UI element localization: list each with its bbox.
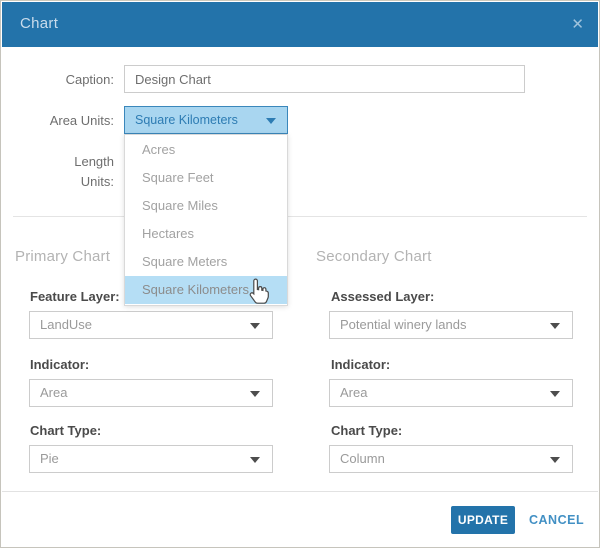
update-button[interactable]: UPDATE bbox=[451, 506, 515, 534]
secondary-indicator-value: Area bbox=[340, 385, 367, 400]
primary-chart-type-value: Pie bbox=[40, 451, 59, 466]
section-divider bbox=[13, 216, 587, 217]
dialog-title: Chart bbox=[20, 15, 58, 32]
secondary-chart-type-label: Chart Type: bbox=[331, 423, 402, 438]
footer-divider bbox=[2, 491, 598, 492]
primary-chart-type-select[interactable]: Pie bbox=[29, 445, 273, 473]
chevron-down-icon bbox=[250, 457, 260, 463]
area-units-dropdown[interactable]: Square Kilometers bbox=[124, 106, 288, 134]
feature-layer-select[interactable]: LandUse bbox=[29, 311, 273, 339]
secondary-chart-type-select[interactable]: Column bbox=[329, 445, 573, 473]
caption-label: Caption: bbox=[1, 72, 114, 87]
secondary-chart-heading: Secondary Chart bbox=[316, 248, 432, 265]
chevron-down-icon bbox=[250, 391, 260, 397]
close-icon[interactable]: ✕ bbox=[567, 13, 588, 35]
menu-item-hectares[interactable]: Hectares bbox=[125, 220, 287, 248]
primary-chart-heading: Primary Chart bbox=[15, 248, 110, 265]
chart-dialog: Chart ✕ Caption: Area Units: Square Kilo… bbox=[0, 0, 600, 548]
chevron-down-icon bbox=[550, 391, 560, 397]
menu-item-square-miles[interactable]: Square Miles bbox=[125, 192, 287, 220]
primary-indicator-select[interactable]: Area bbox=[29, 379, 273, 407]
secondary-indicator-label: Indicator: bbox=[331, 357, 390, 372]
menu-item-square-meters[interactable]: Square Meters bbox=[125, 248, 287, 276]
primary-chart-type-label: Chart Type: bbox=[30, 423, 101, 438]
menu-item-square-feet[interactable]: Square Feet bbox=[125, 164, 287, 192]
area-units-menu: Acres Square Feet Square Miles Hectares … bbox=[124, 134, 288, 306]
secondary-chart-type-value: Column bbox=[340, 451, 385, 466]
length-units-label: Length Units: bbox=[60, 152, 114, 192]
assessed-layer-label: Assessed Layer: bbox=[331, 289, 434, 304]
dialog-header: Chart ✕ bbox=[2, 2, 598, 47]
area-units-label: Area Units: bbox=[1, 113, 114, 128]
feature-layer-label: Feature Layer: bbox=[30, 289, 120, 304]
menu-item-square-kilometers[interactable]: Square Kilometers bbox=[125, 276, 287, 304]
feature-layer-value: LandUse bbox=[40, 317, 92, 332]
caption-input[interactable] bbox=[124, 65, 525, 93]
menu-item-acres[interactable]: Acres bbox=[125, 136, 287, 164]
area-units-value: Square Kilometers bbox=[135, 113, 238, 127]
chevron-down-icon bbox=[250, 323, 260, 329]
chevron-down-icon bbox=[550, 323, 560, 329]
assessed-layer-select[interactable]: Potential winery lands bbox=[329, 311, 573, 339]
primary-indicator-label: Indicator: bbox=[30, 357, 89, 372]
secondary-indicator-select[interactable]: Area bbox=[329, 379, 573, 407]
chevron-down-icon bbox=[266, 118, 276, 124]
primary-indicator-value: Area bbox=[40, 385, 67, 400]
cancel-button[interactable]: CANCEL bbox=[529, 513, 584, 527]
chevron-down-icon bbox=[550, 457, 560, 463]
assessed-layer-value: Potential winery lands bbox=[340, 317, 466, 332]
